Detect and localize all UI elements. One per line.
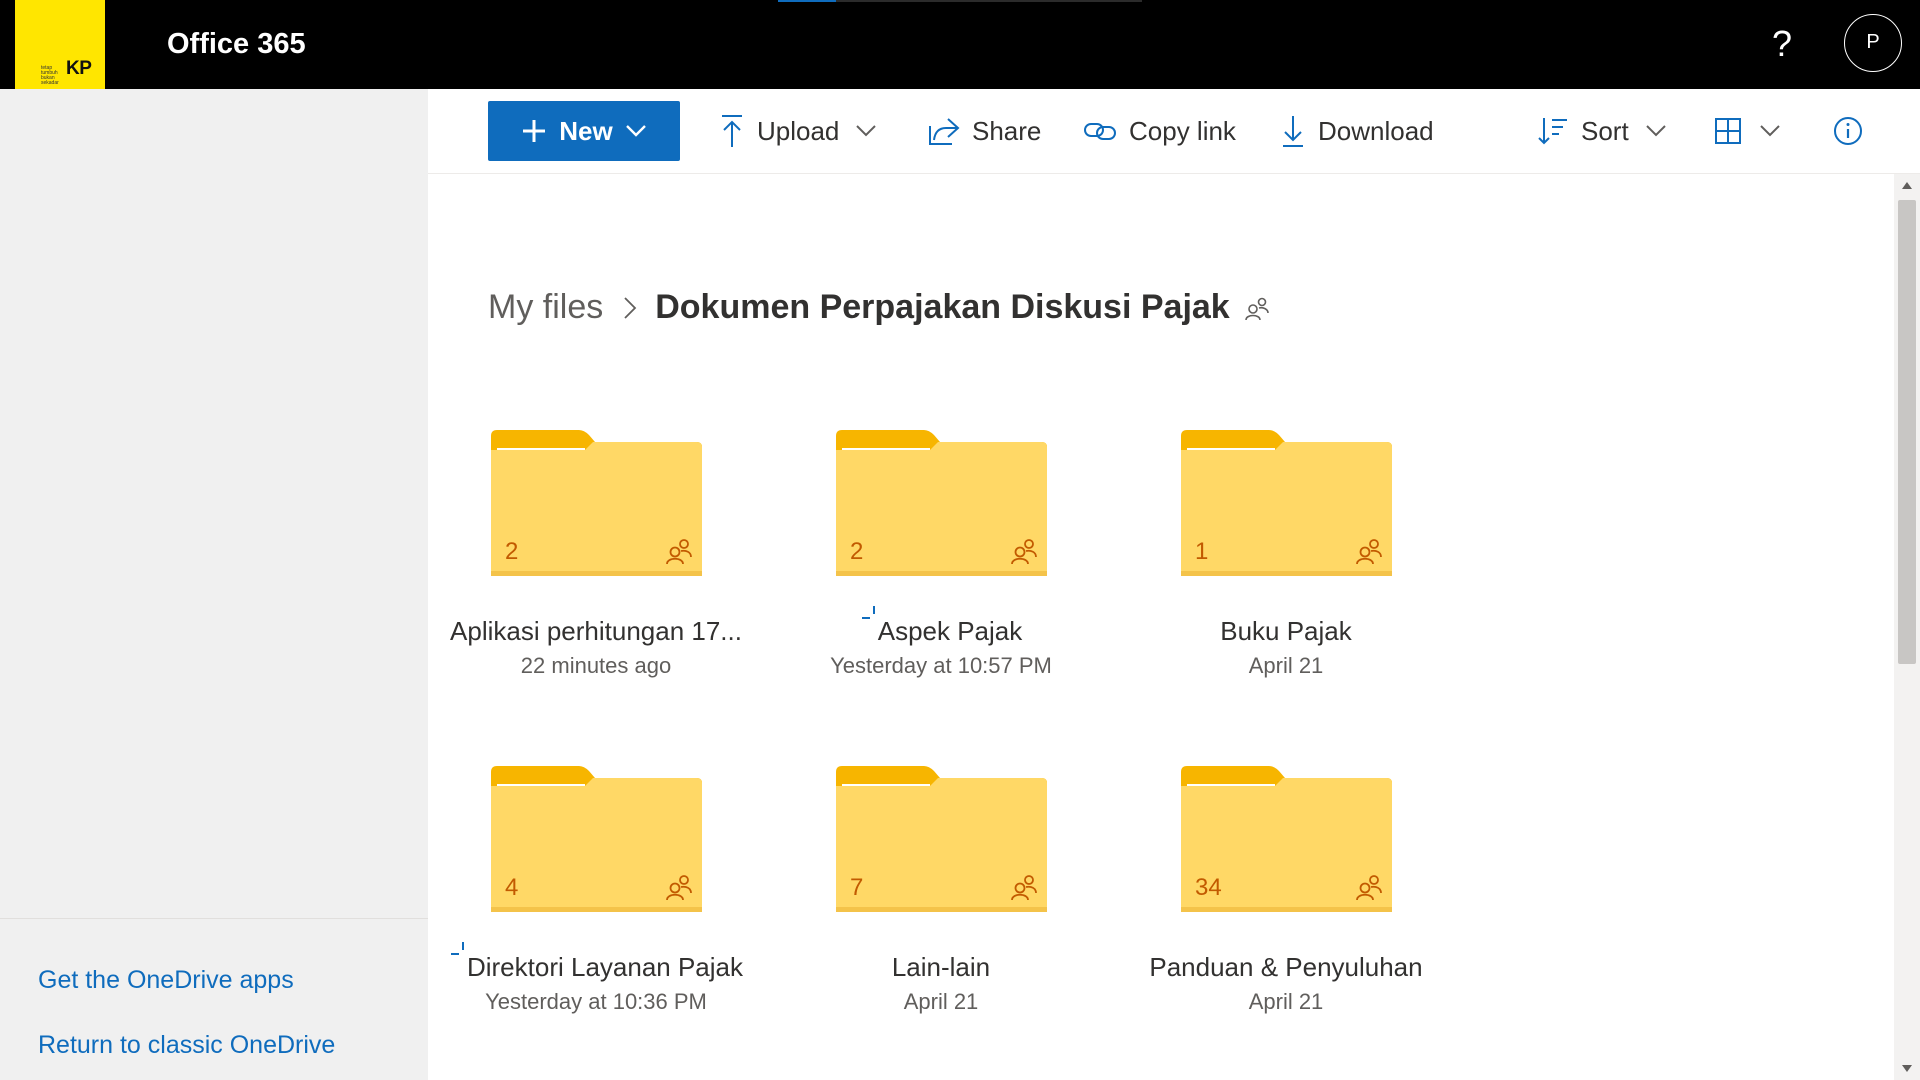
folder-name-text: Aplikasi perhitungan 17...: [450, 616, 742, 646]
scroll-up-arrow[interactable]: [1902, 182, 1912, 189]
left-navigation: Get the OneDrive apps Return to classic …: [0, 89, 428, 1080]
folder-name-text: Lain-lain: [891, 952, 991, 982]
help-icon: ?: [1771, 23, 1793, 64]
folder-modified-date: April 21: [1248, 653, 1324, 678]
top-bar: tetap tumbuh bukan sekadar KP Office 365…: [0, 0, 1920, 89]
share-button[interactable]: Share: [928, 101, 1041, 161]
sort-button[interactable]: Sort: [1537, 101, 1667, 161]
folder-name[interactable]: Panduan & Penyuluhan: [1121, 952, 1451, 983]
sort-label: Sort: [1581, 115, 1629, 146]
folder-name[interactable]: Aplikasi perhitungan 17...: [431, 616, 761, 647]
copy-link-button[interactable]: Copy link: [1083, 101, 1236, 161]
upload-label: Upload: [757, 115, 840, 146]
link-icon: [1084, 123, 1116, 140]
chevron-down-icon: [1760, 125, 1780, 137]
folder-modified-date: Yesterday at 10:57 PM: [830, 653, 1052, 678]
upload-button[interactable]: Upload: [719, 101, 877, 161]
upload-icon: [722, 115, 742, 147]
scroll-down-arrow[interactable]: [1902, 1065, 1912, 1072]
shared-people-icon: [1356, 539, 1382, 565]
details-pane-button[interactable]: [1833, 101, 1863, 161]
folder-modified-date: April 21: [903, 989, 979, 1014]
new-button[interactable]: New: [488, 101, 680, 161]
share-icon: [929, 118, 960, 145]
sync-spinner-icon: [450, 942, 464, 955]
download-icon: [1283, 116, 1303, 147]
folder-name-text: Aspek Pajak: [877, 616, 1023, 646]
folder-name[interactable]: Lain-lain: [776, 952, 1106, 983]
grid-view-icon: [1715, 118, 1741, 144]
chevron-down-icon: [625, 125, 646, 137]
chevron-down-icon: [1645, 125, 1666, 137]
folder-item-count: 7: [850, 874, 864, 901]
loading-progress-fill: [778, 0, 837, 2]
folder-name[interactable]: Buku Pajak: [1121, 616, 1451, 647]
folder-tile[interactable]: 1 Buku Pajak April 21: [1121, 428, 1441, 728]
folder-name[interactable]: Aspek Pajak: [776, 606, 1106, 647]
get-onedrive-apps-link[interactable]: Get the OneDrive apps: [38, 966, 294, 995]
share-label: Share: [972, 115, 1042, 146]
download-label: Download: [1318, 115, 1434, 146]
folder-tile[interactable]: 2 Aspek Pajak Yesterday at 10:57 PM: [776, 428, 1096, 728]
folder-name-text: Buku Pajak: [1220, 616, 1352, 646]
return-to-classic-link[interactable]: Return to classic OneDrive: [38, 1031, 335, 1060]
shared-people-icon: [666, 539, 692, 565]
logo-text: KP: [66, 58, 92, 79]
folder-modified-date: 22 minutes ago: [520, 653, 672, 678]
breadcrumb-my-files[interactable]: My files: [488, 288, 603, 327]
folder-item-count: 4: [505, 874, 519, 901]
chevron-down-icon: [856, 125, 877, 137]
help-button[interactable]: ?: [1760, 22, 1804, 66]
plus-icon: [523, 120, 546, 142]
info-icon: [1834, 117, 1862, 145]
folder-name-text: Direktori Layanan Pajak: [466, 952, 744, 982]
shared-people-icon: [1011, 875, 1037, 901]
folder-item-count: 2: [505, 538, 519, 565]
company-logo[interactable]: tetap tumbuh bukan sekadar KP: [15, 0, 105, 89]
download-button[interactable]: Download: [1280, 101, 1434, 161]
avatar-initial: P: [1866, 31, 1880, 53]
folder-item-count: 1: [1195, 538, 1209, 565]
folder-item-count: 34: [1195, 874, 1222, 901]
loading-progress-bar: [778, 0, 1142, 2]
folder-tile[interactable]: 7 Lain-lain April 21: [776, 764, 1096, 1064]
new-label: New: [559, 115, 613, 146]
folder-modified-date: Yesterday at 10:36 PM: [485, 989, 707, 1014]
main-content: My files Dokumen Perpajakan Diskusi Paja…: [428, 174, 1894, 1080]
shared-people-icon: [1011, 539, 1037, 565]
folder-item-count: 2: [850, 538, 864, 565]
logo-tagline: tetap tumbuh bukan sekadar: [41, 65, 59, 86]
folder-modified-date: April 21: [1248, 989, 1324, 1014]
sync-spinner-icon: [861, 606, 875, 619]
folder-name-text: Panduan & Penyuluhan: [1149, 952, 1423, 982]
folder-name[interactable]: Direktori Layanan Pajak: [431, 942, 761, 983]
page-title: Dokumen Perpajakan Diskusi Pajak: [655, 288, 1230, 326]
view-options-button[interactable]: [1715, 101, 1781, 161]
folder-tile[interactable]: 4 Direktori Layanan Pajak Yesterday at 1…: [431, 764, 751, 1064]
shared-people-icon: [666, 875, 692, 901]
scrollbar-thumb[interactable]: [1898, 200, 1916, 664]
folder-tile[interactable]: 2 Aplikasi perhitungan 17... 22 minutes …: [431, 428, 751, 728]
shared-people-icon: [1244, 297, 1269, 320]
folder-tile[interactable]: 34 Panduan & Penyuluhan April 21: [1121, 764, 1441, 1064]
nav-divider: [0, 918, 428, 919]
sort-icon: [1538, 118, 1567, 145]
breadcrumb: My files Dokumen Perpajakan Diskusi Paja…: [488, 288, 1270, 327]
copy-link-label: Copy link: [1129, 115, 1236, 146]
app-title[interactable]: Office 365: [167, 28, 306, 61]
chevron-right-icon: [624, 296, 637, 319]
shared-people-icon: [1356, 875, 1382, 901]
vertical-scrollbar[interactable]: [1894, 174, 1920, 1080]
avatar[interactable]: P: [1844, 14, 1902, 72]
